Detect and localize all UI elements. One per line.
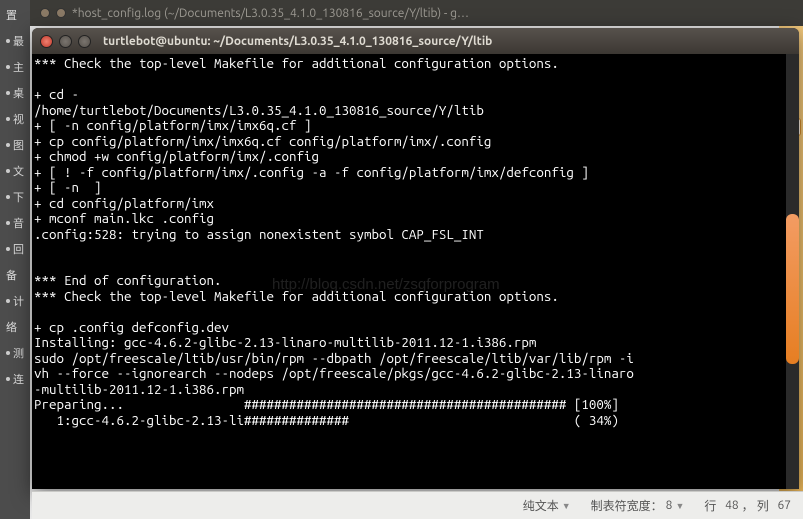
separator: ， (742, 497, 754, 514)
terminal-window: turtlebot@ubuntu: ~/Documents/L3.0.35_4.… (32, 28, 799, 489)
terminal-line: .config:528: trying to assign nonexisten… (34, 227, 797, 243)
terminal-line: + chmod +w config/platform/imx/.config (34, 149, 797, 165)
launcher-label: 测 (13, 345, 24, 361)
scrollbar-thumb[interactable] (786, 214, 799, 364)
indicator-dot (6, 117, 10, 121)
launcher-label: 视 (13, 111, 24, 127)
indicator-dot (6, 351, 10, 355)
bg-window-button[interactable] (40, 8, 50, 18)
launcher-item[interactable]: 视 (0, 106, 30, 132)
indicator-dot (6, 195, 10, 199)
line-value: 48 (725, 499, 739, 512)
tab-width-value: 8 (666, 499, 673, 512)
col-value: 67 (777, 499, 791, 512)
indicator-dot (6, 39, 10, 43)
col-label: 列 (757, 497, 769, 514)
launcher-item[interactable]: 回 (0, 236, 30, 262)
terminal-line: 1:gcc-4.6.2-glibc-2.13-li############## … (34, 413, 797, 429)
launcher-item[interactable]: 主 (0, 54, 30, 80)
cursor-position: 行 48，列 67 (704, 497, 791, 514)
terminal-line (34, 242, 797, 258)
launcher-label: 最 (13, 33, 24, 49)
chevron-down-icon: ▼ (562, 501, 571, 511)
launcher-item[interactable]: 桌 (0, 80, 30, 106)
indicator-dot (6, 247, 10, 251)
terminal-line: *** End of configuration. (34, 273, 797, 289)
terminal-line: vh --force --ignorearch --nodeps /opt/fr… (34, 366, 797, 382)
launcher-item[interactable]: 计 (0, 288, 30, 314)
scrollbar-track[interactable] (786, 54, 799, 489)
launcher-item[interactable]: 最 (0, 28, 30, 54)
terminal-line: -multilib-2011.12-1.i386.rpm (34, 382, 797, 398)
terminal-line: + cp config/platform/imx/imx6q.cf config… (34, 134, 797, 150)
terminal-title: turtlebot@ubuntu: ~/Documents/L3.0.35_4.… (103, 35, 492, 48)
indicator-dot (6, 299, 10, 303)
terminal-line (34, 304, 797, 320)
terminal-line: + cp .config defconfig.dev (34, 320, 797, 336)
launcher-label: 桌 (13, 85, 24, 101)
background-window-titlebar: *host_config.log (~/Documents/L3.0.35_4.… (30, 0, 803, 26)
launcher-label: 备 (6, 267, 17, 283)
launcher-label: 文 (13, 163, 24, 179)
terminal-output[interactable]: *** Check the top-level Makefile for add… (32, 54, 799, 489)
tab-width-selector[interactable]: 制表符宽度： 8 ▼ (591, 497, 685, 514)
launcher-label: 连 (13, 371, 24, 387)
launcher-item[interactable]: 连 (0, 366, 30, 392)
terminal-line: /home/turtlebot/Documents/L3.0.35_4.1.0_… (34, 103, 797, 119)
terminal-line: + cd config/platform/imx (34, 196, 797, 212)
terminal-line: Preparing... ###########################… (34, 397, 797, 413)
launcher-label: 置 (6, 7, 17, 23)
terminal-line: *** Check the top-level Makefile for add… (34, 289, 797, 305)
tab-width-label: 制表符宽度： (591, 497, 663, 514)
terminal-line: + cd - (34, 87, 797, 103)
launcher-label: 计 (13, 293, 24, 309)
launcher-item[interactable]: 图 (0, 132, 30, 158)
terminal-line (34, 72, 797, 88)
terminal-line: + [ -n ] (34, 180, 797, 196)
indicator-dot (6, 221, 10, 225)
launcher-item[interactable]: 测 (0, 340, 30, 366)
close-button[interactable] (40, 35, 53, 48)
launcher-item[interactable]: 文 (0, 158, 30, 184)
launcher-item[interactable]: 音 (0, 210, 30, 236)
indicator-dot (6, 65, 10, 69)
terminal-line: *** Check the top-level Makefile for add… (34, 56, 797, 72)
line-label: 行 (704, 497, 716, 514)
launcher-item[interactable]: 置 (0, 2, 30, 28)
chevron-down-icon: ▼ (675, 501, 684, 511)
launcher-label: 下 (13, 189, 24, 205)
launcher-label: 图 (13, 137, 24, 153)
syntax-mode-selector[interactable]: 纯文本 ▼ (523, 497, 571, 514)
terminal-line (34, 258, 797, 274)
launcher-item[interactable]: 下 (0, 184, 30, 210)
launcher-label: 络 (6, 319, 17, 335)
bg-window-title: *host_config.log (~/Documents/L3.0.35_4.… (72, 7, 469, 20)
launcher-label: 回 (13, 241, 24, 257)
minimize-button[interactable] (59, 35, 72, 48)
gedit-statusbar: 纯文本 ▼ 制表符宽度： 8 ▼ 行 48，列 67 (32, 491, 803, 519)
launcher-item[interactable]: 络 (0, 314, 30, 340)
terminal-line: + mconf main.lkc .config (34, 211, 797, 227)
syntax-mode-label: 纯文本 (523, 497, 559, 514)
terminal-titlebar[interactable]: turtlebot@ubuntu: ~/Documents/L3.0.35_4.… (32, 28, 799, 54)
launcher-label: 主 (13, 59, 24, 75)
launcher-label: 音 (13, 215, 24, 231)
terminal-line: + [ -n config/platform/imx/imx6q.cf ] (34, 118, 797, 134)
terminal-line: sudo /opt/freescale/ltib/usr/bin/rpm --d… (34, 351, 797, 367)
launcher-item[interactable]: 备 (0, 262, 30, 288)
indicator-dot (6, 143, 10, 147)
indicator-dot (6, 91, 10, 95)
indicator-dot (6, 169, 10, 173)
bg-window-button[interactable] (56, 8, 66, 18)
terminal-line: Installing: gcc-4.6.2-glibc-2.13-linaro-… (34, 335, 797, 351)
terminal-line: + [ ! -f config/platform/imx/.config -a … (34, 165, 797, 181)
unity-launcher: 置 最 主 桌 视 图 文 下 音 回 备 计 络 测 连 (0, 0, 30, 519)
maximize-button[interactable] (78, 35, 91, 48)
indicator-dot (6, 377, 10, 381)
